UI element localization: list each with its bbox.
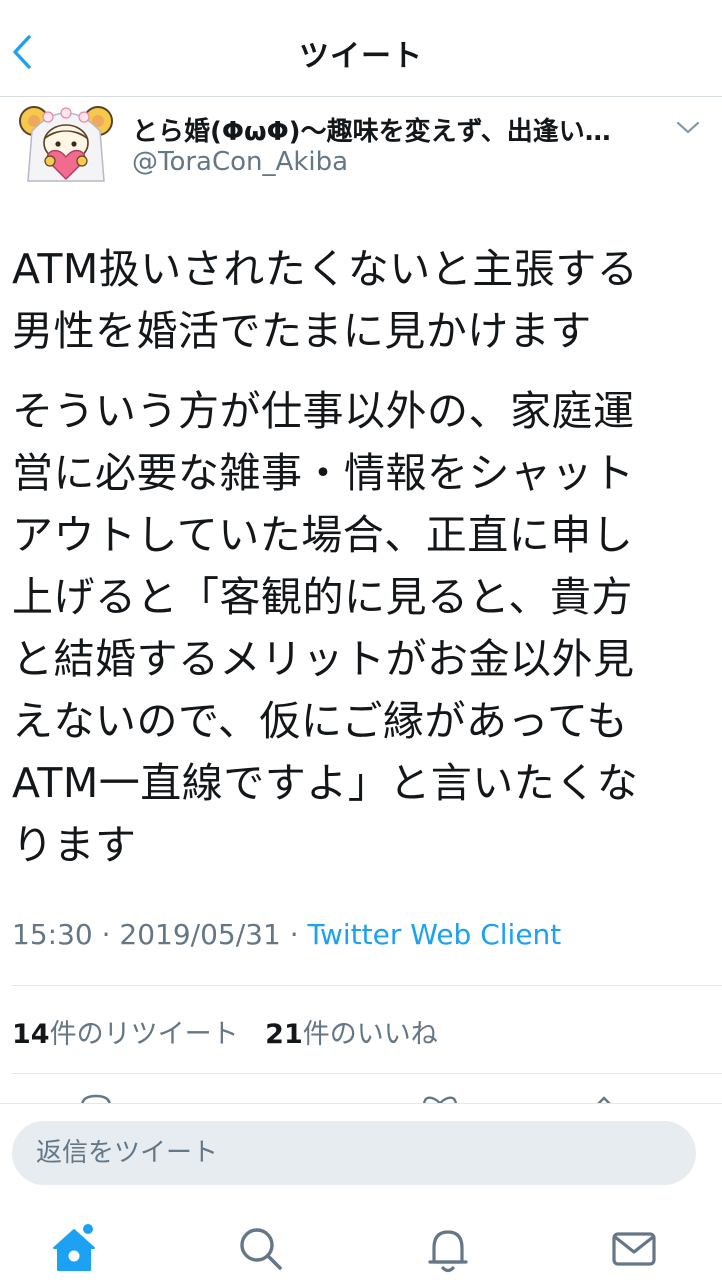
likes-stat[interactable]: 21件のいいね xyxy=(265,1019,438,1050)
bell-icon xyxy=(428,1230,468,1273)
text-line: ATM扱いされたくないと主張する xyxy=(12,245,639,293)
retweet-count: 14 xyxy=(12,1019,50,1050)
tab-messages[interactable] xyxy=(606,1220,662,1276)
avatar-illustration xyxy=(14,101,118,183)
home-icon xyxy=(53,1222,95,1271)
text-line: と結婚するメリットがお金以外見 xyxy=(12,635,635,683)
retweets-stat[interactable]: 14件のリツイート xyxy=(12,1019,239,1050)
meta-separator: · xyxy=(101,918,111,951)
divider xyxy=(12,1073,722,1074)
reply-input[interactable]: 返信をツイート xyxy=(12,1121,696,1185)
tab-notifications[interactable] xyxy=(420,1220,476,1276)
retweet-label: 件のリツイート xyxy=(49,1019,239,1050)
text-line: アウトしていた場合、正直に申し xyxy=(12,511,634,559)
avatar[interactable] xyxy=(14,101,118,183)
text-line: ATM一直線ですよ」と言いたくな xyxy=(12,759,639,807)
tab-search[interactable] xyxy=(232,1220,288,1276)
tweet-options-button[interactable] xyxy=(674,115,702,139)
chevron-down-icon xyxy=(676,121,700,134)
tweet-client-link[interactable]: Twitter Web Client xyxy=(308,918,562,951)
tweet-author: とら婚(ΦωΦ)〜趣味を変えず、出逢い… @ToraCon_Akiba xyxy=(0,97,722,197)
tweet-time: 15:30 xyxy=(12,918,93,951)
text-line: 営に必要な雑事・情報をシャット xyxy=(12,449,635,497)
meta-separator: · xyxy=(289,918,299,951)
tweet-paragraph: ATM扱いされたくないと主張する 男性を婚活でたまに見かけます xyxy=(12,238,702,362)
text-line: そういう方が仕事以外の、家庭運 xyxy=(12,387,635,435)
author-display-name[interactable]: とら婚(ΦωΦ)〜趣味を変えず、出逢い… xyxy=(132,111,652,148)
text-line: 男性を婚活でたまに見かけます xyxy=(12,307,592,355)
page-title: ツイート xyxy=(299,39,423,74)
tweet-text: ATM扱いされたくないと主張する 男性を婚活でたまに見かけます そういう方が仕事… xyxy=(12,238,702,876)
text-line: えないので、仮にご縁があっても xyxy=(12,697,628,745)
like-label: 件のいいね xyxy=(302,1019,438,1050)
text-line: 上げると「客観的に見ると、貴方 xyxy=(12,573,633,621)
tweet-meta: 15:30 · 2019/05/31 · Twitter Web Client xyxy=(12,918,561,951)
author-handle[interactable]: @ToraCon_Akiba xyxy=(132,147,348,177)
text-line: ります xyxy=(12,821,137,869)
mail-icon xyxy=(612,1232,656,1266)
divider xyxy=(12,985,722,986)
tab-home[interactable] xyxy=(46,1220,102,1276)
top-bar: ツイート xyxy=(0,0,722,97)
reply-bar: 返信をツイート xyxy=(0,1103,722,1200)
search-icon xyxy=(240,1228,282,1270)
tweet-paragraph: そういう方が仕事以外の、家庭運 営に必要な雑事・情報をシャット アウトしていた場… xyxy=(12,380,702,876)
tweet-date: 2019/05/31 xyxy=(119,918,281,951)
like-count: 21 xyxy=(265,1019,303,1050)
tweet-stats: 14件のリツイート 21件のいいね xyxy=(12,1012,456,1051)
bottom-tab-bar xyxy=(0,1200,722,1284)
